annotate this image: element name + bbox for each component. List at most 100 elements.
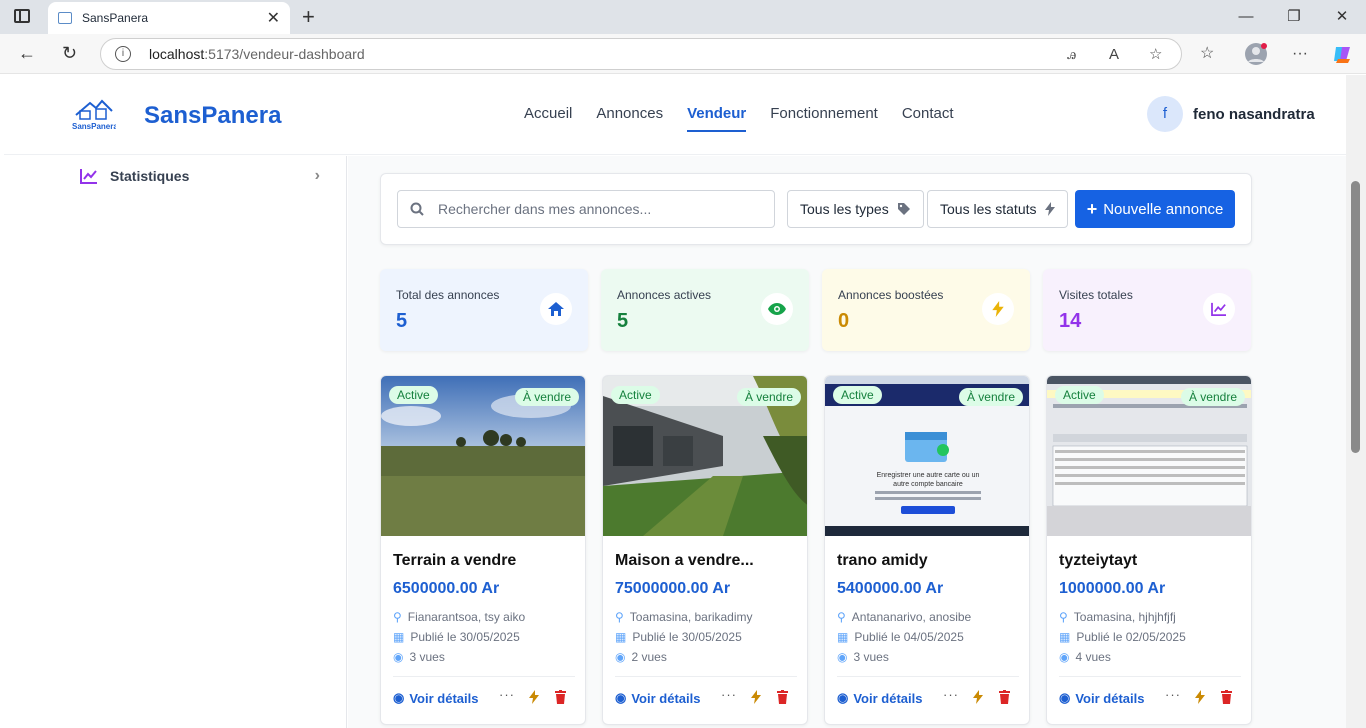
- copilot-icon[interactable]: [1332, 34, 1354, 74]
- calendar-icon: ▦: [837, 630, 849, 644]
- details-text: Voir détails: [409, 690, 479, 706]
- more-icon[interactable]: ···: [499, 687, 515, 702]
- site-logo[interactable]: SansPanera: [70, 95, 118, 131]
- eye-icon: ◉: [1059, 690, 1071, 705]
- listing-card[interactable]: Enregistrer une autre carte ou un autre …: [824, 375, 1030, 725]
- back-icon[interactable]: ←: [18, 43, 36, 64]
- view-details-link[interactable]: ◉ Voir détails: [615, 690, 700, 706]
- page-scrollbar[interactable]: [1346, 75, 1366, 728]
- translate-icon[interactable]: ꭿ: [1067, 39, 1076, 71]
- url-path: :5173/vendeur-dashboard: [204, 46, 365, 62]
- trash-icon[interactable]: [555, 690, 566, 704]
- listing-image[interactable]: Enregistrer une autre carte ou un autre …: [825, 376, 1029, 536]
- trash-icon[interactable]: [1221, 690, 1232, 704]
- listing-image[interactable]: Active À vendre: [603, 376, 807, 536]
- nav-contact[interactable]: Contact: [902, 105, 954, 132]
- listing-location: ⚲ Toamasina, barikadimy: [615, 610, 753, 624]
- status-filter-label: Tous les statuts: [940, 201, 1037, 217]
- tags-icon: [897, 203, 910, 215]
- window-close-icon[interactable]: ✕: [1318, 0, 1366, 34]
- reload-icon[interactable]: ↻: [62, 43, 77, 64]
- user-menu[interactable]: f feno nasandratra: [1147, 96, 1315, 132]
- address-bar[interactable]: i localhost:5173/vendeur-dashboard ꭿ A ☆: [100, 38, 1182, 70]
- view-details-link[interactable]: ◉ Voir détails: [837, 690, 922, 706]
- card-divider: [615, 676, 797, 677]
- sidebar-item-statistiques[interactable]: Statistiques ›: [80, 166, 320, 186]
- listing-location: ⚲ Toamasina, hjhjhfjfj: [1059, 610, 1176, 624]
- boost-icon[interactable]: [751, 690, 761, 704]
- nav-accueil[interactable]: Accueil: [524, 105, 572, 132]
- date-text: Publié le 02/05/2025: [1076, 630, 1186, 644]
- view-details-link[interactable]: ◉ Voir détails: [1059, 690, 1144, 706]
- more-icon[interactable]: ···: [721, 687, 737, 702]
- boost-icon[interactable]: [973, 690, 983, 704]
- more-icon[interactable]: ···: [1165, 687, 1181, 702]
- map-marker-icon: ⚲: [837, 610, 846, 624]
- new-listing-button[interactable]: + Nouvelle annonce: [1075, 190, 1235, 228]
- close-tab-icon[interactable]: ✕: [267, 8, 280, 28]
- bolt-icon: [1044, 202, 1055, 216]
- trash-icon[interactable]: [777, 690, 788, 704]
- search-input[interactable]: [438, 201, 738, 217]
- map-marker-icon: ⚲: [615, 610, 624, 624]
- user-name: feno nasandratra: [1193, 105, 1315, 123]
- profile-icon[interactable]: [1244, 34, 1268, 74]
- filter-bar: Tous les types Tous les statuts + Nouvel…: [380, 173, 1252, 245]
- home-icon: [540, 293, 572, 325]
- logo-text: SansPanera: [72, 122, 116, 131]
- card-actions: ◉ Voir détails ···: [615, 687, 797, 706]
- listing-views: ◉ 2 vues: [615, 650, 667, 664]
- listing-image[interactable]: Active À vendre: [1047, 376, 1251, 536]
- favorites-icon[interactable]: ☆: [1200, 34, 1214, 74]
- search-icon: [410, 202, 424, 216]
- brand-name[interactable]: SansPanera: [144, 102, 281, 130]
- read-aloud-icon[interactable]: A: [1109, 39, 1119, 71]
- favorite-star-icon[interactable]: ☆: [1149, 39, 1162, 71]
- site-info-icon[interactable]: i: [115, 46, 131, 62]
- chevron-right-icon: ›: [314, 167, 320, 184]
- type-filter-select[interactable]: Tous les types: [787, 190, 924, 228]
- map-marker-icon: ⚲: [1059, 610, 1068, 624]
- card-actions: ◉ Voir détails ···: [393, 687, 575, 706]
- minimize-icon[interactable]: —: [1222, 0, 1270, 34]
- listing-image[interactable]: Active À vendre: [381, 376, 585, 536]
- views-text: 2 vues: [631, 650, 667, 664]
- new-tab-icon[interactable]: +: [302, 4, 315, 30]
- listing-card[interactable]: Active À vendre Maison a vendre... 75000…: [602, 375, 808, 725]
- more-options-icon[interactable]: ···: [1292, 34, 1308, 74]
- nav-vendeur[interactable]: Vendeur: [687, 105, 747, 132]
- card-actions: ◉ Voir détails ···: [837, 687, 1019, 706]
- more-icon[interactable]: ···: [943, 687, 959, 702]
- card-divider: [393, 676, 575, 677]
- boost-icon[interactable]: [529, 690, 539, 704]
- sidebar-toggle-icon[interactable]: [14, 9, 30, 23]
- listing-card[interactable]: Active À vendre Terrain a vendre 6500000…: [380, 375, 586, 725]
- favicon-icon: [58, 12, 72, 24]
- listing-card[interactable]: Active À vendre tyzteiytayt 1000000.00 A…: [1046, 375, 1252, 725]
- boost-icon[interactable]: [1195, 690, 1205, 704]
- eye-icon: ◉: [837, 650, 848, 664]
- stat-value: 0: [838, 310, 850, 332]
- view-details-link[interactable]: ◉ Voir détails: [393, 690, 478, 706]
- scrollbar-thumb[interactable]: [1351, 181, 1360, 453]
- listing-date: ▦ Publié le 04/05/2025: [837, 630, 964, 644]
- listing-title: trano amidy: [837, 552, 928, 569]
- nav-fonctionnement[interactable]: Fonctionnement: [770, 105, 878, 132]
- type-badge: À vendre: [736, 388, 801, 406]
- map-marker-icon: ⚲: [393, 610, 402, 624]
- listing-price: 75000000.00 Ar: [615, 580, 731, 597]
- new-listing-label: Nouvelle annonce: [1103, 200, 1224, 218]
- card-divider: [837, 676, 1019, 677]
- browser-toolbar: ← ↻ i localhost:5173/vendeur-dashboard ꭿ…: [0, 34, 1366, 74]
- site-header: SansPanera SansPanera Accueil Annonces V…: [4, 75, 1346, 155]
- trash-icon[interactable]: [999, 690, 1010, 704]
- search-box[interactable]: [397, 190, 775, 228]
- restore-icon[interactable]: ❐: [1270, 0, 1318, 34]
- type-badge: À vendre: [1180, 388, 1245, 406]
- browser-tab[interactable]: SansPanera ✕: [48, 2, 290, 34]
- status-filter-select[interactable]: Tous les statuts: [927, 190, 1068, 228]
- stat-boosted: Annonces boostées 0: [822, 269, 1030, 351]
- eye-icon: ◉: [615, 650, 626, 664]
- nav-annonces[interactable]: Annonces: [596, 105, 663, 132]
- chart-line-icon: [80, 169, 97, 184]
